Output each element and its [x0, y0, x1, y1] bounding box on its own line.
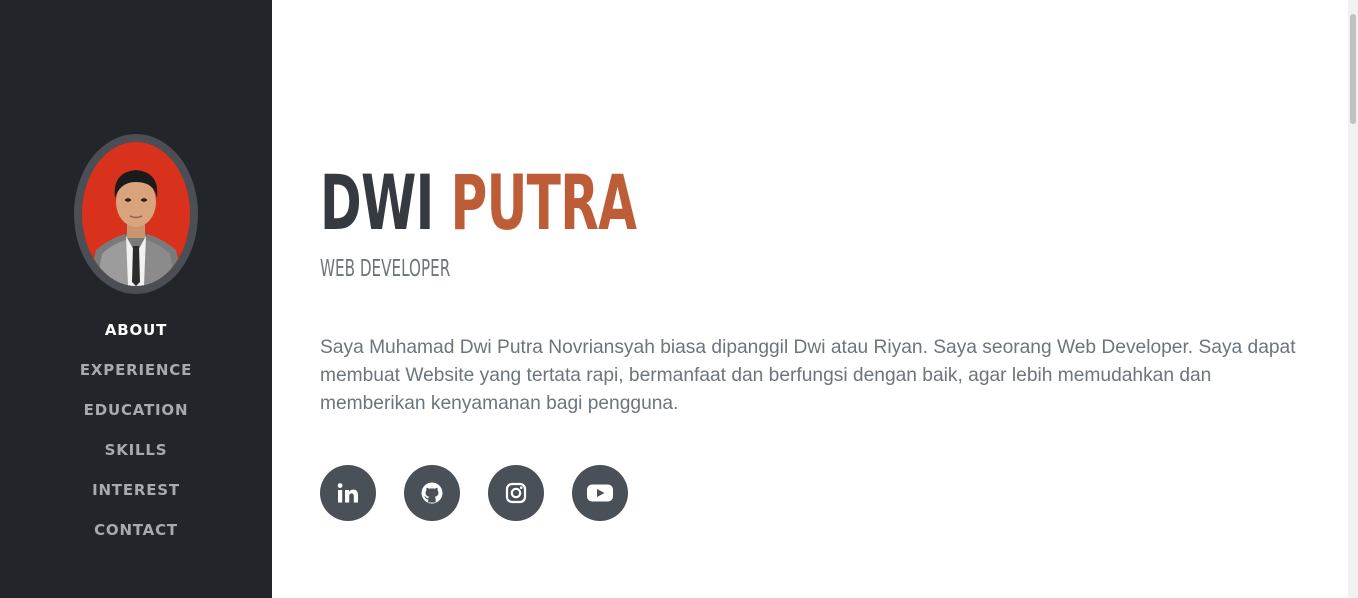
- nav-item-contact[interactable]: CONTACT: [0, 510, 272, 550]
- first-name: DWI: [320, 158, 434, 247]
- linkedin-icon: [337, 483, 358, 503]
- nav-item-about[interactable]: ABOUT: [0, 310, 272, 350]
- about-section: DWI PUTRA WEB DEVELOPER Saya Muhamad Dwi…: [272, 0, 1348, 598]
- last-name: PUTRA: [450, 158, 637, 247]
- social-links: [320, 465, 656, 521]
- nav-item-interest[interactable]: INTEREST: [0, 470, 272, 510]
- scrollbar-thumb[interactable]: [1350, 14, 1356, 124]
- sidebar-nav: ABOUT EXPERIENCE EDUCATION SKILLS INTERE…: [0, 310, 272, 550]
- github-button[interactable]: [404, 465, 460, 521]
- nav-item-skills[interactable]: SKILLS: [0, 430, 272, 470]
- youtube-button[interactable]: [572, 465, 628, 521]
- instagram-icon: [505, 482, 527, 504]
- sidebar: ABOUT EXPERIENCE EDUCATION SKILLS INTERE…: [0, 0, 272, 598]
- profile-photo: [82, 142, 190, 286]
- avatar-frame: [74, 134, 198, 294]
- page-title: DWI PUTRA: [320, 148, 637, 258]
- avatar[interactable]: [82, 142, 190, 286]
- page-scrollbar[interactable]: [1348, 0, 1358, 598]
- nav-item-education[interactable]: EDUCATION: [0, 390, 272, 430]
- instagram-button[interactable]: [488, 465, 544, 521]
- bio-text: Saya Muhamad Dwi Putra Novriansyah biasa…: [320, 337, 1296, 414]
- github-icon: [421, 482, 443, 504]
- youtube-icon: [587, 484, 613, 502]
- role-subheading: WEB DEVELOPER: [320, 256, 451, 282]
- linkedin-button[interactable]: [320, 465, 376, 521]
- nav-item-experience[interactable]: EXPERIENCE: [0, 350, 272, 390]
